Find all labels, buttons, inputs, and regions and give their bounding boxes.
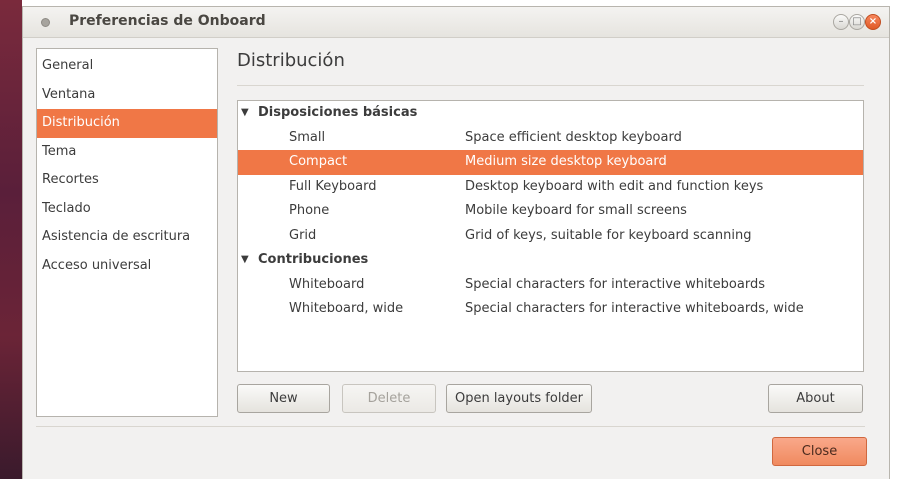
tree-group-disposiciones[interactable]: ▼ Disposiciones básicas xyxy=(238,101,863,126)
sidebar-item-general[interactable]: General xyxy=(37,52,217,81)
layout-name: Phone xyxy=(289,203,330,218)
expander-down-icon[interactable]: ▼ xyxy=(241,101,249,126)
layout-row-grid[interactable]: Grid Grid of keys, suitable for keyboard… xyxy=(238,224,863,249)
preferences-window: Preferencias de Onboard – □ × General Ve… xyxy=(22,6,890,479)
expander-down-icon[interactable]: ▼ xyxy=(241,248,249,273)
new-button[interactable]: New xyxy=(237,384,330,413)
sidebar-item-tema[interactable]: Tema xyxy=(37,138,217,167)
sidebar-item-asistencia[interactable]: Asistencia de escritura xyxy=(37,223,217,252)
layout-row-full-keyboard[interactable]: Full Keyboard Desktop keyboard with edit… xyxy=(238,175,863,200)
sidebar-item-ventana[interactable]: Ventana xyxy=(37,81,217,110)
layout-row-phone[interactable]: Phone Mobile keyboard for small screens xyxy=(238,199,863,224)
layout-description: Special characters for interactive white… xyxy=(465,276,765,292)
open-layouts-folder-button[interactable]: Open layouts folder xyxy=(446,384,592,413)
desktop-background xyxy=(0,0,22,479)
divider xyxy=(36,426,865,427)
layout-name: Grid xyxy=(289,227,317,243)
delete-button[interactable]: Delete xyxy=(342,384,436,413)
layout-description: Grid of keys, suitable for keyboard scan… xyxy=(465,227,752,243)
layout-name: Small xyxy=(289,129,326,145)
close-button[interactable]: Close xyxy=(772,437,867,466)
layout-description: Special characters for interactive white… xyxy=(465,301,804,316)
layout-name: Whiteboard xyxy=(289,276,365,292)
layout-name: Whiteboard, wide xyxy=(289,301,404,316)
layout-row-whiteboard-wide[interactable]: Whiteboard, wide Special characters for … xyxy=(238,297,863,322)
close-icon[interactable]: × xyxy=(865,14,881,30)
layout-name: Compact xyxy=(289,154,348,169)
layout-row-whiteboard[interactable]: Whiteboard Special characters for intera… xyxy=(238,273,863,298)
sidebar-item-teclado[interactable]: Teclado xyxy=(37,195,217,224)
layout-description: Desktop keyboard with edit and function … xyxy=(465,178,764,194)
sidebar: General Ventana Distribución Tema Recort… xyxy=(36,48,218,417)
layout-row-compact[interactable]: Compact Medium size desktop keyboard xyxy=(238,150,863,175)
window-title: Preferencias de Onboard xyxy=(69,13,266,29)
layout-tree: ▼ Disposiciones básicas Small Space effi… xyxy=(237,100,864,372)
group-label: Disposiciones básicas xyxy=(258,105,418,120)
page-title: Distribución xyxy=(237,50,345,71)
layout-row-small[interactable]: Small Space efficient desktop keyboard xyxy=(238,126,863,151)
tree-group-contribuciones[interactable]: ▼ Contribuciones xyxy=(238,248,863,273)
divider xyxy=(237,85,864,86)
layout-name: Full Keyboard xyxy=(289,178,377,194)
layout-description: Medium size desktop keyboard xyxy=(465,154,667,169)
minimize-icon[interactable]: – xyxy=(833,14,849,30)
sidebar-item-acceso-universal[interactable]: Acceso universal xyxy=(37,252,217,281)
desktop-margin xyxy=(890,0,904,479)
sidebar-item-distribucion[interactable]: Distribución xyxy=(37,109,217,138)
maximize-icon[interactable]: □ xyxy=(849,14,865,30)
layout-description: Space efficient desktop keyboard xyxy=(465,129,682,145)
app-icon xyxy=(41,18,50,27)
sidebar-item-recortes[interactable]: Recortes xyxy=(37,166,217,195)
titlebar[interactable]: Preferencias de Onboard – □ × xyxy=(23,7,889,38)
group-label: Contribuciones xyxy=(258,252,369,267)
about-button[interactable]: About xyxy=(768,384,863,413)
layout-description: Mobile keyboard for small screens xyxy=(465,203,687,218)
